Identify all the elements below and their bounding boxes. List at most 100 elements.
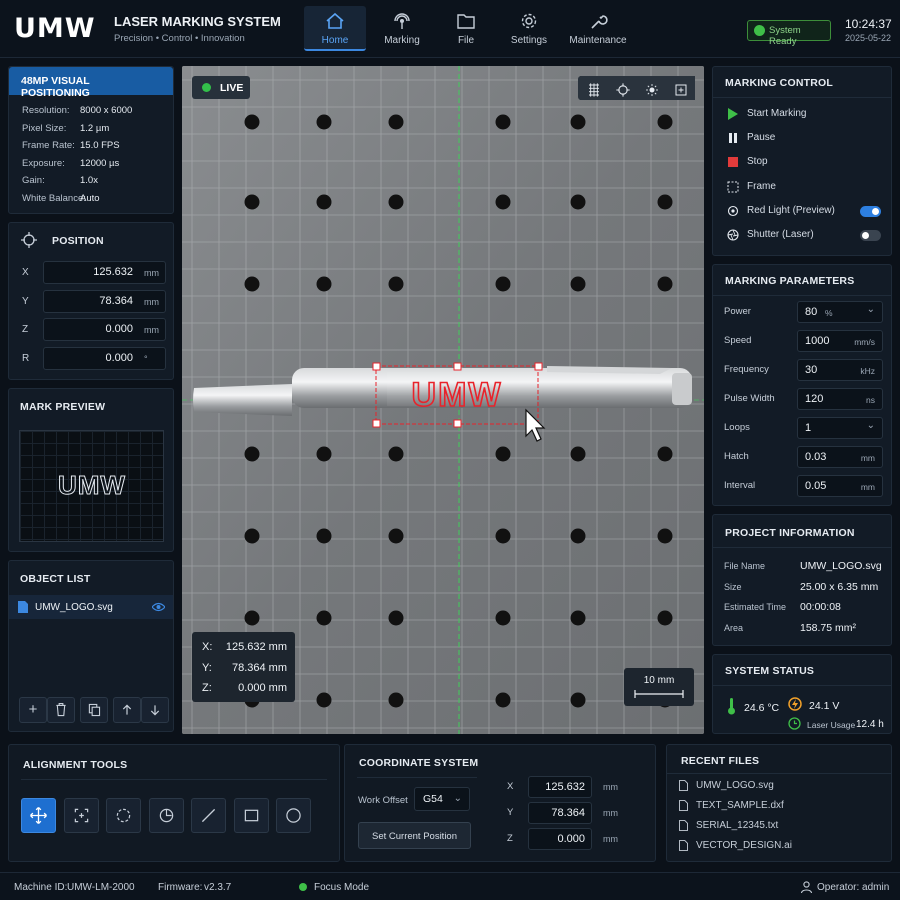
app-subtitle: Precision • Control • Innovation — [114, 33, 245, 44]
shutter-toggle[interactable] — [860, 230, 881, 241]
recent-file-item[interactable]: SERIAL_12345.txt — [679, 819, 879, 835]
duplicate-icon[interactable] — [80, 697, 108, 723]
circle-select-tool-icon[interactable] — [106, 798, 141, 833]
arrow-up-icon[interactable] — [113, 697, 141, 723]
rotate-tool-icon[interactable] — [149, 798, 184, 833]
param-label: Frequency — [724, 364, 769, 375]
live-camera-view[interactable]: UMW LIVE X: 125.632 mm Y: 78.364 mm Z: 0.000 … — [182, 66, 704, 734]
divider — [713, 97, 891, 98]
clock-time: 10:24:37 — [845, 17, 892, 31]
coord-x-field[interactable]: 125.632 — [528, 776, 592, 798]
param-hatch-field[interactable]: 0.03 mm — [797, 446, 883, 468]
brightness-icon[interactable] — [638, 76, 666, 100]
laser-usage-label: Laser Usage — [807, 720, 856, 730]
recent-file-item[interactable]: VECTOR_DESIGN.ai — [679, 839, 879, 855]
ellipse-tool-icon[interactable] — [276, 798, 311, 833]
red-light-label: Red Light (Preview) — [747, 205, 835, 216]
nav-label: Maintenance — [569, 35, 627, 46]
nav-label: File — [457, 35, 475, 46]
file-icon — [679, 780, 688, 791]
marking-control-panel: MARKING CONTROL Start Marking Pause Stop… — [712, 66, 892, 256]
coord-unit: mm — [603, 808, 618, 818]
move-tool-icon[interactable] — [21, 798, 56, 833]
file-icon — [679, 800, 688, 811]
position-title: POSITION — [52, 235, 104, 247]
crosshair-icon — [21, 232, 37, 248]
chevron-down-icon: ⌄ — [866, 304, 875, 315]
machine-id-value: UMW-LM-2000 — [67, 882, 135, 893]
work-offset-label: Work Offset — [358, 795, 408, 806]
center-tool-icon[interactable] — [64, 798, 99, 833]
set-current-position-button[interactable]: Set Current Position — [358, 822, 471, 849]
param-label: Interval — [724, 480, 756, 491]
coord-y-field[interactable]: 78.364 — [528, 802, 592, 824]
nav-maintenance[interactable]: Maintenance — [566, 6, 630, 51]
param-pulse-width-field[interactable]: 120 ns — [797, 388, 883, 410]
scale-label: 10 mm — [643, 675, 675, 686]
param-label: Pulse Width — [724, 393, 775, 404]
firmware-label: Firmware: — [158, 882, 203, 893]
nav-marking[interactable]: Marking — [371, 6, 433, 51]
machine-id-label: Machine ID: — [14, 882, 68, 893]
camera-info-panel: 48MP VISUAL POSITIONING Resolution: 8000 … — [8, 66, 174, 214]
coord-axis-label: X — [507, 781, 514, 792]
arrow-down-icon[interactable] — [141, 697, 169, 723]
camera-info-value: 8000 x 6000 — [80, 105, 133, 116]
coord-axis-label: Y — [507, 807, 514, 818]
project-info-title: PROJECT INFORMATION — [725, 527, 855, 539]
work-offset-select[interactable]: G54 ⌄ — [414, 787, 470, 811]
position-axis-label: Y — [22, 295, 29, 307]
param-loops-field[interactable]: 1 ⌄ — [797, 417, 883, 439]
header-bar: UMW LASER MARKING SYSTEM Precision • Con… — [0, 0, 900, 58]
project-info-key: Area — [724, 622, 744, 633]
param-unit: ns — [866, 395, 875, 405]
fit-view-icon[interactable] — [667, 76, 695, 100]
shutter-label: Shutter (Laser) — [747, 229, 814, 240]
param-power-field[interactable]: 80% ⌄ — [797, 301, 883, 323]
position-unit: mm — [144, 296, 159, 307]
line-tool-icon[interactable] — [191, 798, 226, 833]
recent-file-item[interactable]: UMW_LOGO.svg — [679, 779, 879, 795]
target-icon[interactable] — [609, 76, 637, 100]
nav-home[interactable]: Home — [304, 6, 366, 51]
scale-line — [634, 690, 684, 698]
param-label: Power — [724, 306, 751, 317]
cursor-coordinates: X: 125.632 mm Y: 78.364 mm Z: 0.000 mm — [192, 632, 295, 702]
status-bar: Machine ID: UMW-LM-2000 Firmware: v2.3.7… — [0, 872, 900, 900]
start-marking-label: Start Marking — [747, 108, 807, 119]
param-label: Loops — [724, 422, 750, 433]
toggle-knob — [872, 208, 879, 215]
marking-control-title: MARKING CONTROL — [725, 77, 833, 89]
param-value: 1 — [805, 422, 812, 434]
add-object-button[interactable]: + — [19, 697, 47, 723]
param-interval-field[interactable]: 0.05 mm — [797, 475, 883, 497]
recent-files-title: RECENT FILES — [681, 755, 760, 767]
param-frequency-field[interactable]: 30 kHz — [797, 359, 883, 381]
nav-file[interactable]: File — [435, 6, 497, 51]
app-title: LASER MARKING SYSTEM — [114, 14, 281, 29]
work-offset-value: G54 — [423, 793, 443, 805]
rectangle-tool-icon[interactable] — [234, 798, 269, 833]
operator-label[interactable]: Operator: admin — [817, 882, 889, 893]
grid-icon[interactable] — [580, 76, 608, 100]
recent-file-name: UMW_LOGO.svg — [696, 780, 774, 791]
camera-info-value: 1.2 µm — [80, 122, 110, 134]
pause-icon — [729, 133, 737, 143]
cursor-coord-label: Y: — [202, 661, 212, 674]
eye-icon[interactable] — [152, 602, 165, 612]
stop-label: Stop — [747, 156, 768, 167]
recent-file-item[interactable]: TEXT_SAMPLE.dxf — [679, 799, 879, 815]
coord-z-field[interactable]: 0.000 — [528, 828, 592, 850]
mark-preview-text: UMW — [58, 470, 126, 500]
nav-settings[interactable]: Settings — [498, 6, 560, 51]
clock-date: 2025-05-22 — [845, 33, 892, 43]
live-dot — [202, 83, 211, 92]
param-speed-field[interactable]: 1000 mm/s — [797, 330, 883, 352]
trash-icon[interactable] — [47, 697, 75, 723]
param-unit: mm/s — [854, 337, 875, 347]
focus-status-dot — [299, 883, 307, 891]
red-light-toggle[interactable] — [860, 206, 881, 217]
user-icon — [801, 881, 812, 893]
object-list-item[interactable]: UMW_LOGO.svg — [9, 595, 173, 619]
project-info-value: 00:00:08 — [800, 601, 841, 613]
